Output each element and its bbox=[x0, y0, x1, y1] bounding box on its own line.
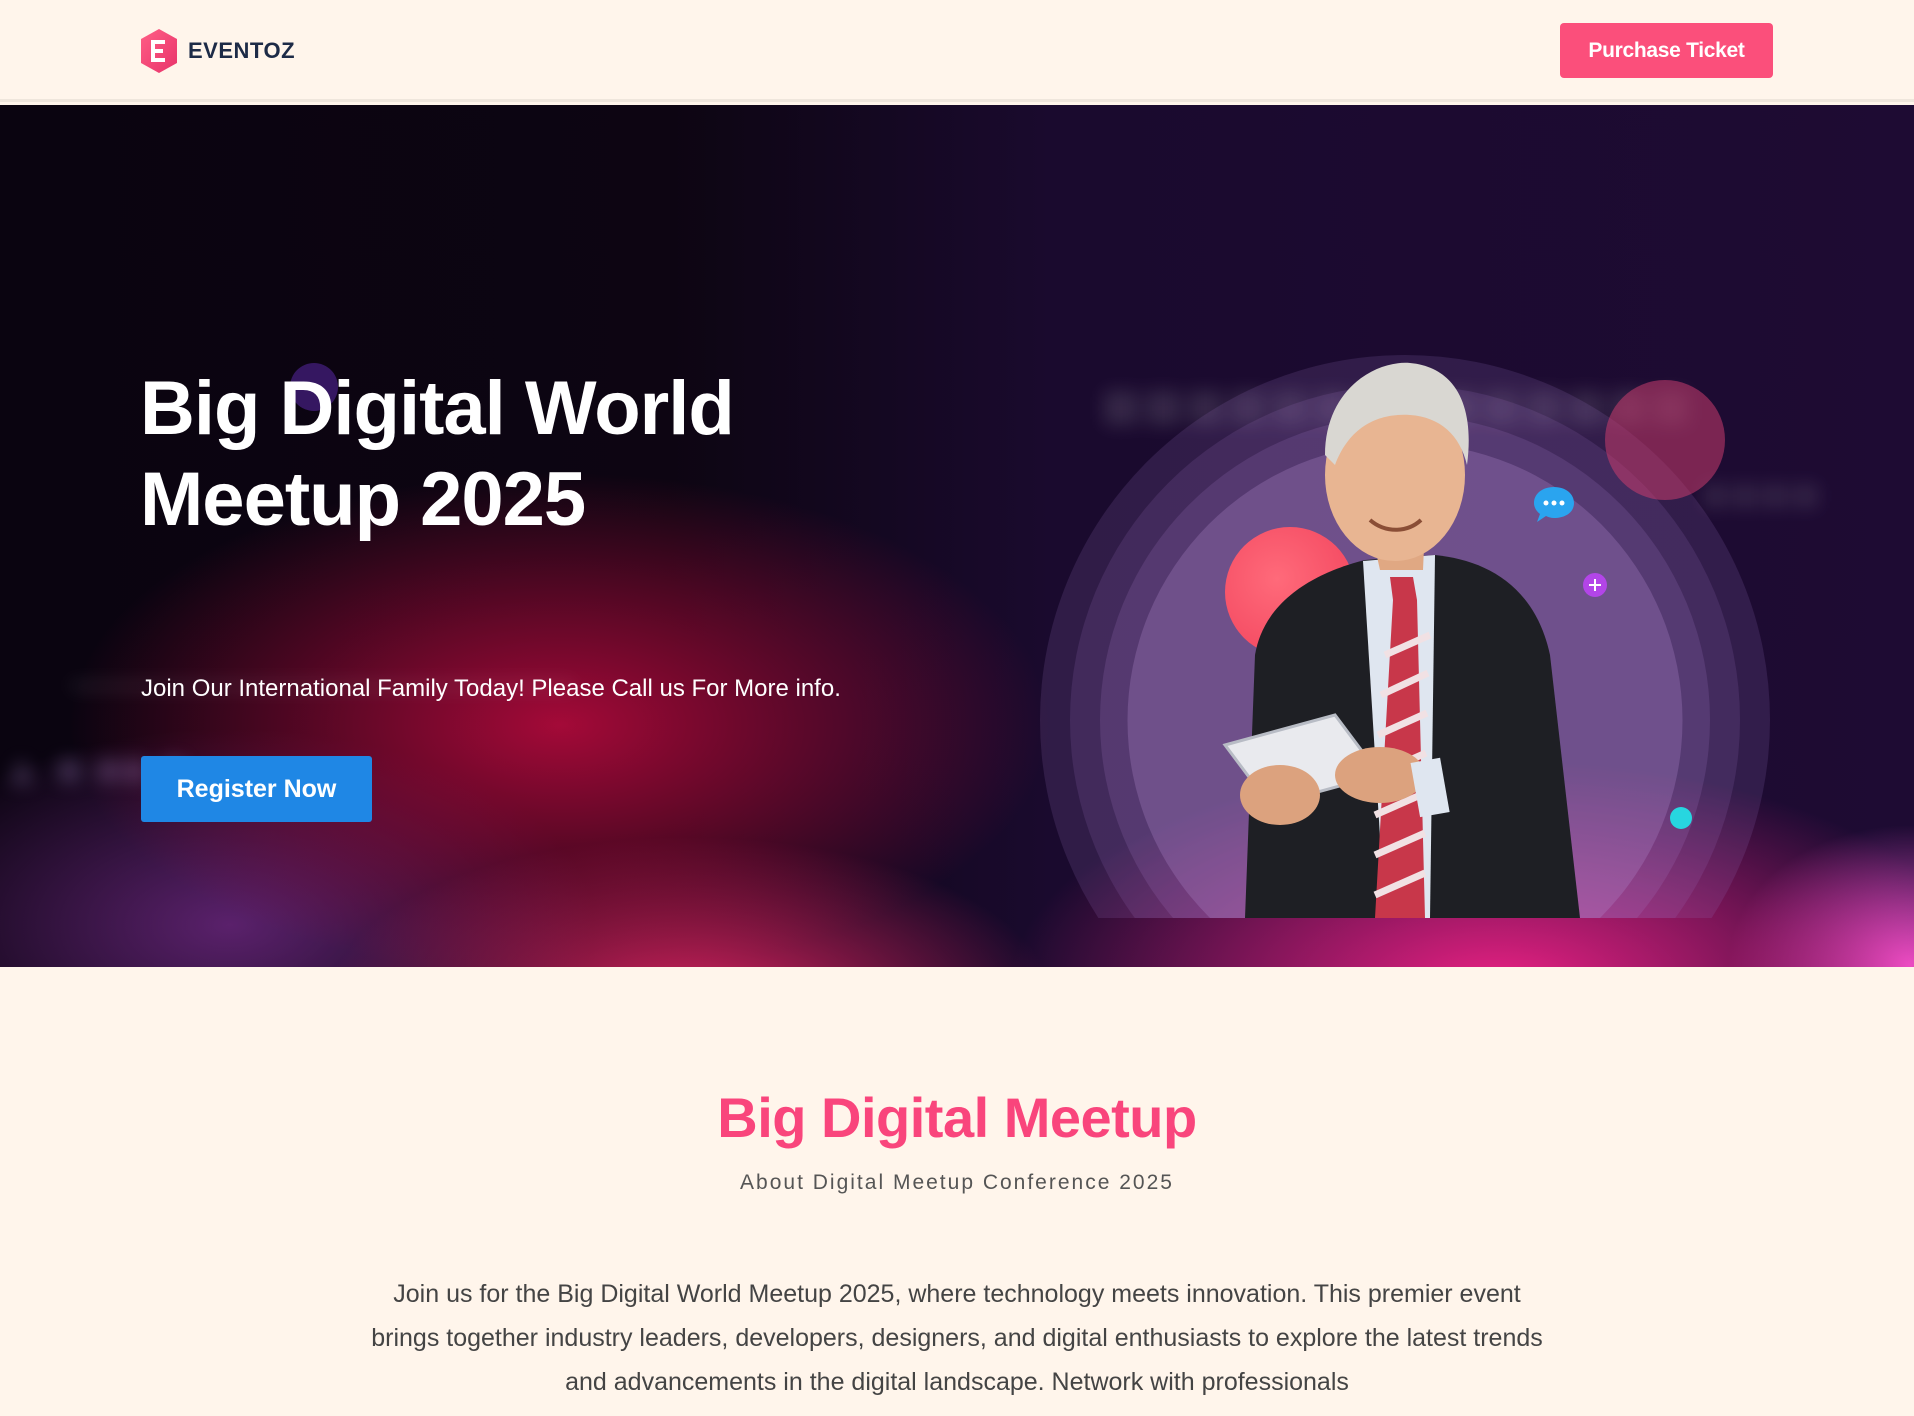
hero-illustration bbox=[1040, 355, 1770, 918]
hero-subtitle: Join Our International Family Today! Ple… bbox=[141, 675, 841, 702]
about-description: Join us for the Big Digital World Meetup… bbox=[371, 1280, 1543, 1396]
decor-circle-large bbox=[1605, 380, 1725, 500]
logo-icon bbox=[141, 29, 177, 73]
decor-dot-cyan bbox=[1670, 807, 1692, 829]
about-title: Big Digital Meetup bbox=[717, 1086, 1197, 1149]
presenter-photo bbox=[1222, 362, 1580, 918]
hero-section: ■■■■■■■■■■■■■■ ■■■■ ▬▬▬▬▬▬▬▬▬▬▬▬▬▬▬▬▬▬ ▲… bbox=[0, 105, 1914, 967]
brand-name: EVENTOZ bbox=[188, 38, 296, 63]
brand-logo[interactable]: EVENTOZ bbox=[140, 26, 295, 76]
hero-title-line-2: Meetup 2025 bbox=[140, 457, 586, 542]
hero-title-line-1: Big Digital World bbox=[140, 366, 735, 451]
about-subtitle: About Digital Meetup Conference 2025 bbox=[740, 1171, 1174, 1194]
purchase-ticket-button[interactable]: Purchase Ticket bbox=[1560, 23, 1773, 78]
register-now-button[interactable]: Register Now bbox=[141, 756, 372, 822]
hero-title: Big Digital World Meetup 2025 bbox=[140, 363, 960, 545]
site-header: EVENTOZ Purchase Ticket bbox=[0, 0, 1914, 102]
